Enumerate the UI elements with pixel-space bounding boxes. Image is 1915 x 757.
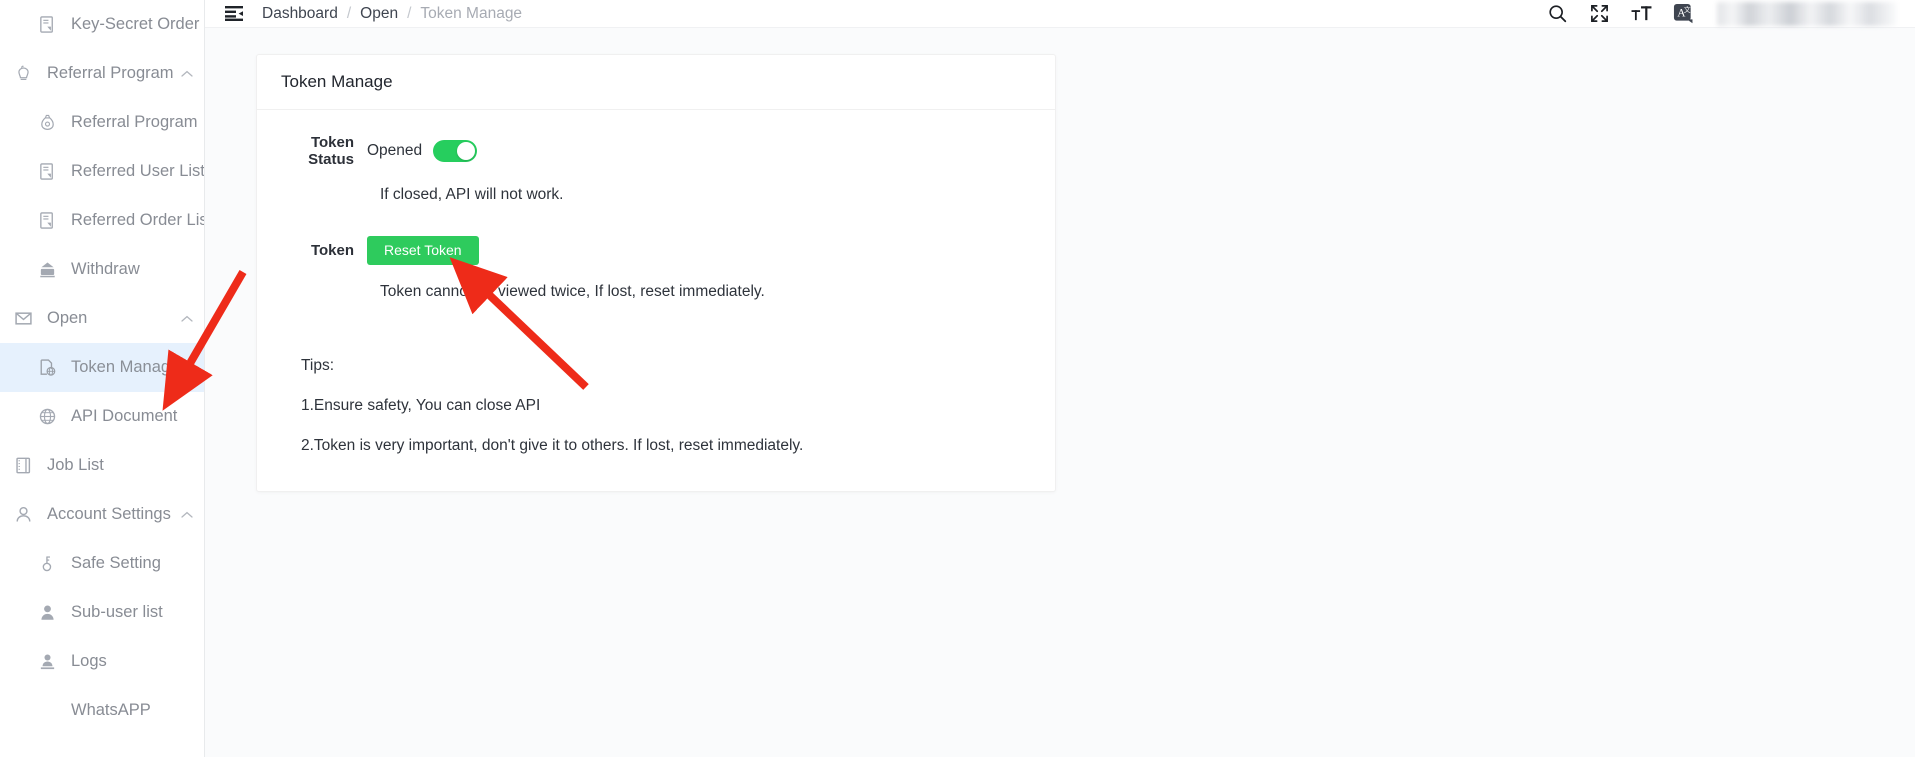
sidebar-item-sub-user-list[interactable]: Sub-user list bbox=[0, 588, 204, 637]
svg-text:文: 文 bbox=[1683, 5, 1690, 14]
mail-icon bbox=[12, 308, 34, 330]
token-status-value: Opened bbox=[367, 142, 423, 159]
user-outline-icon bbox=[12, 504, 34, 526]
chevron-up-icon[interactable] bbox=[178, 511, 204, 519]
token-control: Reset Token bbox=[367, 236, 479, 265]
top-bar: Dashboard / Open / Token Manage A 文 bbox=[205, 0, 1915, 28]
tips-heading: Tips: bbox=[301, 357, 335, 374]
chevron-up-icon[interactable] bbox=[178, 315, 204, 323]
sidebar-item-label: Referred Order List bbox=[71, 211, 205, 229]
sidebar-item-label: Job List bbox=[47, 456, 104, 474]
sidebar-item-key-secret-order[interactable]: Key-Secret Order bbox=[0, 0, 204, 49]
menu-fold-icon[interactable] bbox=[223, 3, 245, 25]
sidebar-item-label: Safe Setting bbox=[71, 554, 161, 572]
user-solid-icon bbox=[36, 602, 58, 624]
tips-line-1: 1.Ensure safety, You can close API bbox=[301, 397, 541, 414]
content-area: Token Manage Token Status Opened If clos… bbox=[205, 28, 1915, 757]
sidebar-item-account-settings[interactable]: Account Settings bbox=[0, 490, 204, 539]
file-list-icon bbox=[36, 14, 58, 36]
page-title: Token Manage bbox=[281, 72, 393, 91]
breadcrumb-item-token-manage: Token Manage bbox=[420, 4, 523, 22]
sidebar-item-withdraw[interactable]: Withdraw bbox=[0, 245, 204, 294]
sidebar-item-label: Account Settings bbox=[47, 505, 171, 523]
sidebar-item-whatsapp[interactable]: WhatsAPP bbox=[0, 686, 204, 735]
token-row: Token Reset Token bbox=[281, 236, 1031, 265]
sidebar-item-job-list[interactable]: Job List bbox=[0, 441, 204, 490]
sidebar-item-referred-user-list[interactable]: Referred User List bbox=[0, 147, 204, 196]
sidebar-item-api-document[interactable]: API Document bbox=[0, 392, 204, 441]
fullscreen-icon[interactable] bbox=[1587, 2, 1611, 26]
translate-icon[interactable]: A 文 bbox=[1671, 2, 1695, 26]
sidebar-item-label: Referral Program bbox=[47, 64, 174, 82]
reset-token-button[interactable]: Reset Token bbox=[367, 236, 479, 265]
sidebar-item-referral-program[interactable]: Referral Program bbox=[0, 49, 204, 98]
breadcrumb-separator: / bbox=[407, 4, 412, 22]
tips-line-2: 2.Token is very important, don't give it… bbox=[301, 437, 804, 454]
sidebar-item-label: Key-Secret Order bbox=[71, 15, 200, 33]
token-status-row: Token Status Opened bbox=[281, 134, 1031, 168]
user-stamp-icon bbox=[36, 651, 58, 673]
user-account-blurred[interactable] bbox=[1717, 1, 1897, 26]
breadcrumb: Dashboard / Open / Token Manage bbox=[262, 5, 522, 23]
token-status-hint: If closed, API will not work. bbox=[380, 186, 564, 203]
token-hint: Token cannot be viewed twice, If lost, r… bbox=[380, 283, 765, 300]
main-area: Dashboard / Open / Token Manage A 文 Toke… bbox=[205, 0, 1915, 757]
token-status-control: Opened bbox=[367, 140, 478, 162]
token-status-toggle[interactable] bbox=[433, 140, 478, 162]
book-icon bbox=[12, 455, 34, 477]
token-page-icon bbox=[36, 357, 58, 379]
token-status-label: Token Status bbox=[308, 134, 354, 168]
sidebar-item-logs[interactable]: Logs bbox=[0, 637, 204, 686]
sidebar-item-label: Referral Program bbox=[71, 113, 198, 131]
search-icon[interactable] bbox=[1545, 2, 1569, 26]
font-size-icon[interactable] bbox=[1629, 2, 1653, 26]
sidebar-item-label: API Document bbox=[71, 407, 178, 425]
chevron-up-icon[interactable] bbox=[178, 70, 204, 78]
tips-block: Tips: 1.Ensure safety, You can close API… bbox=[281, 357, 1031, 455]
sidebar-item-referral-program[interactable]: Referral Program bbox=[0, 98, 204, 147]
sidebar-item-label: Token Manage bbox=[71, 358, 180, 376]
sidebar-item-token-manage[interactable]: Token Manage bbox=[0, 343, 204, 392]
sidebar-item-label: Sub-user list bbox=[71, 603, 163, 621]
breadcrumb-separator: / bbox=[346, 4, 352, 22]
breadcrumb-item-open[interactable]: Open bbox=[360, 5, 398, 23]
topbar-actions: A 文 bbox=[1545, 1, 1897, 26]
file-list-icon bbox=[36, 210, 58, 232]
card-header: Token Manage bbox=[257, 55, 1055, 110]
breadcrumb-item-dashboard[interactable]: Dashboard bbox=[262, 5, 338, 23]
sidebar-item-label: WhatsAPP bbox=[71, 701, 151, 719]
card-body: Token Status Opened If closed, API will … bbox=[257, 110, 1055, 491]
gift-icon bbox=[12, 63, 34, 85]
app-root: Key-Secret Order Referral Program Referral… bbox=[0, 0, 1915, 757]
sidebar-item-label: Logs bbox=[71, 652, 107, 670]
sidebar-item-label: Withdraw bbox=[71, 260, 140, 278]
money-bag-icon bbox=[36, 112, 58, 134]
globe-icon bbox=[36, 406, 58, 428]
file-list-icon bbox=[36, 161, 58, 183]
sidebar-item-open[interactable]: Open bbox=[0, 294, 204, 343]
toggle-knob bbox=[457, 142, 476, 160]
bank-icon bbox=[36, 259, 58, 281]
sidebar-item-safe-setting[interactable]: Safe Setting bbox=[0, 539, 204, 588]
sidebar-item-label: Referred User List bbox=[71, 162, 205, 180]
token-manage-card: Token Manage Token Status Opened If clos… bbox=[256, 54, 1056, 492]
sidebar: Key-Secret Order Referral Program Referral… bbox=[0, 0, 205, 757]
token-label: Token bbox=[310, 242, 354, 259]
key-icon bbox=[36, 553, 58, 575]
sidebar-item-label: Open bbox=[47, 309, 88, 327]
sidebar-item-referred-order-list[interactable]: Referred Order List bbox=[0, 196, 204, 245]
